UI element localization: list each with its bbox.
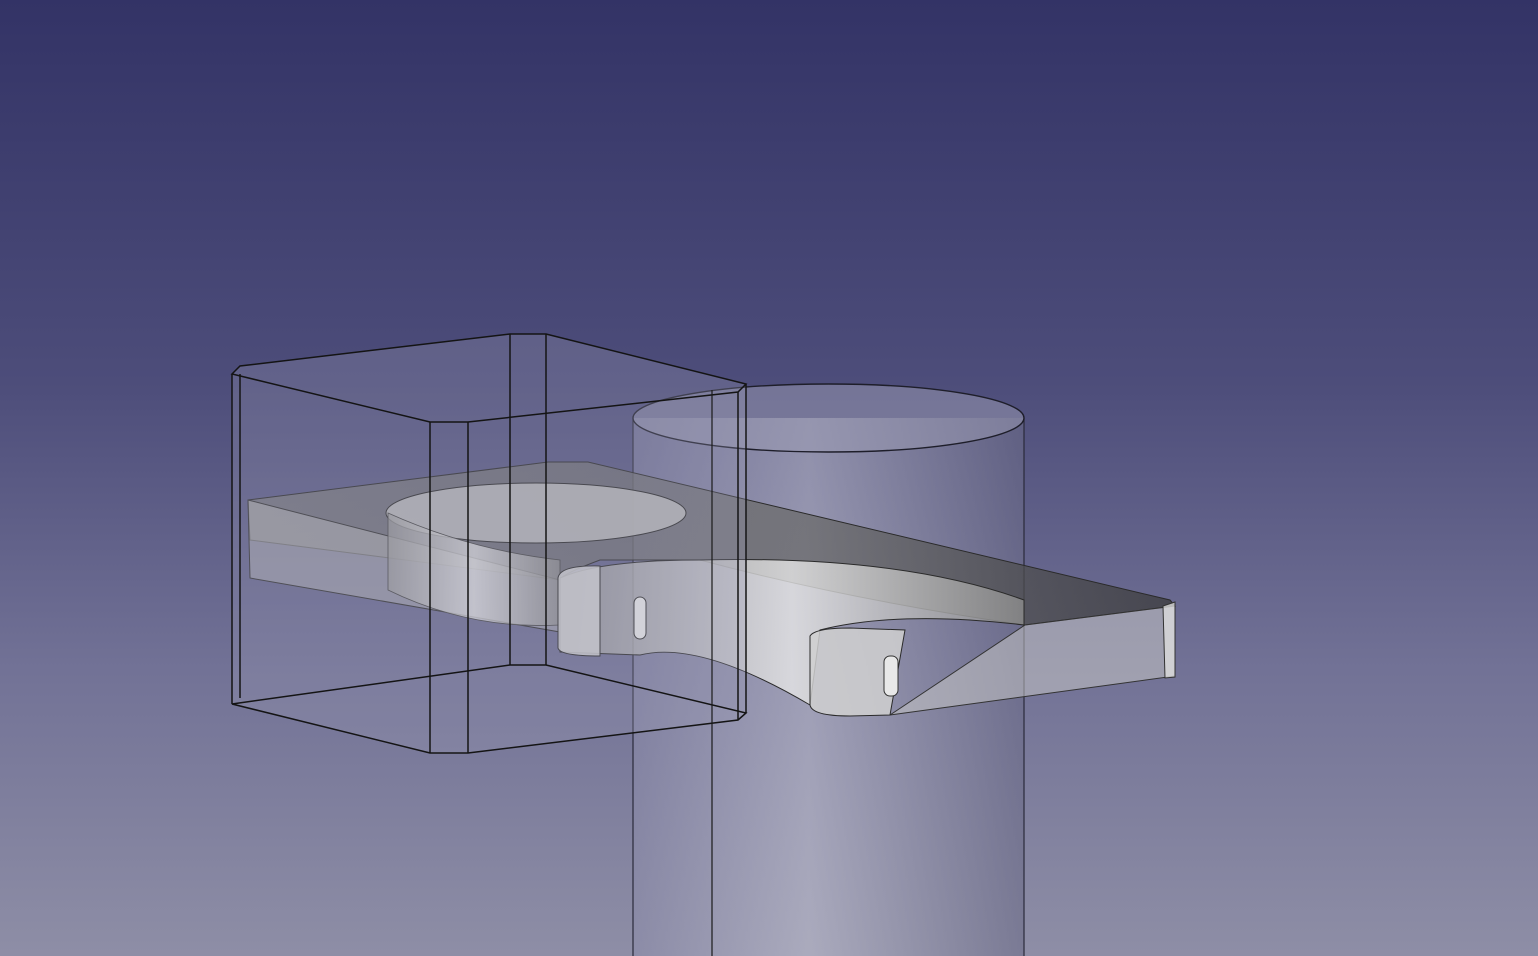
bracket-plate-end: [1162, 601, 1176, 679]
3d-viewport[interactable]: [0, 0, 1538, 956]
box-object[interactable]: [230, 333, 748, 754]
box-faces[interactable]: [232, 334, 746, 753]
3d-scene[interactable]: [0, 0, 1538, 956]
bracket-right-slot: [883, 655, 899, 697]
